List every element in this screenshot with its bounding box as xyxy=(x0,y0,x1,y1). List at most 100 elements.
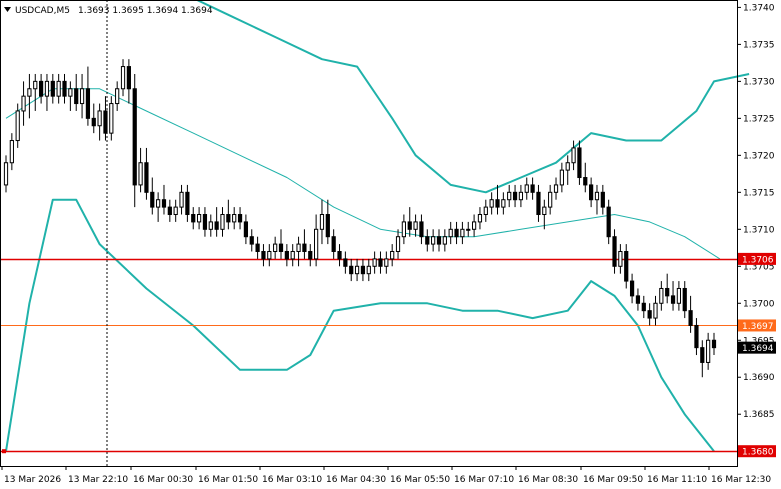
time-tick-label: 16 Mar 03:10 xyxy=(262,475,322,485)
candle-body xyxy=(85,88,91,119)
price-chart[interactable]: 1.3740 1.3735 1.3730 1.3725 1.3720 1.3715 1.37… xyxy=(0,0,781,489)
candle-body xyxy=(665,287,670,297)
candle-body xyxy=(319,214,325,230)
candle-body xyxy=(267,250,272,260)
candle-body xyxy=(261,250,266,260)
candle-body xyxy=(15,110,20,142)
candle-body xyxy=(167,206,172,216)
time-tick-label: 16 Mar 09:50 xyxy=(583,475,643,485)
candle-body xyxy=(109,103,114,134)
candle-body xyxy=(79,88,85,105)
candle-body xyxy=(331,236,336,252)
candle-body xyxy=(308,250,313,260)
price-tick-label: 1.3685 xyxy=(743,410,775,420)
candle-body xyxy=(507,191,512,201)
candle-body xyxy=(659,287,664,304)
candle-body xyxy=(144,162,149,193)
candle-body xyxy=(120,66,126,90)
candle-body xyxy=(384,258,389,267)
candle-body xyxy=(349,265,354,275)
candle-body xyxy=(442,236,447,245)
candle-body xyxy=(325,214,330,238)
candle-body xyxy=(495,199,500,208)
candle-body xyxy=(448,228,453,238)
candle-body xyxy=(173,206,178,216)
candle-body xyxy=(232,214,237,223)
time-tick-label: 16 Mar 08:30 xyxy=(518,475,578,485)
candle-body xyxy=(62,80,67,97)
price-tag-label: 1.3680 xyxy=(742,448,774,458)
candle-body xyxy=(220,214,225,230)
candle-body xyxy=(612,236,617,267)
candle-body xyxy=(56,80,61,97)
candle-body xyxy=(179,191,184,208)
candle-body xyxy=(653,302,658,319)
candle-body xyxy=(68,88,73,97)
candle-body xyxy=(548,191,553,208)
price-tag-1.3697: 1.3697 xyxy=(738,319,776,332)
candle-body xyxy=(641,302,646,312)
candle-body xyxy=(565,162,570,171)
candle-body xyxy=(711,339,717,349)
candle-body xyxy=(208,221,213,230)
time-tick-label: 16 Mar 01:50 xyxy=(198,475,258,485)
candle-body xyxy=(9,140,14,164)
price-tick-label: 1.3735 xyxy=(743,40,775,50)
time-tick-label: 16 Mar 11:10 xyxy=(647,475,707,485)
candle-body xyxy=(413,221,418,230)
chart-background xyxy=(0,0,781,489)
candle-body xyxy=(21,95,26,112)
candle-body xyxy=(688,310,693,326)
candle-body xyxy=(512,191,518,201)
price-tag-1.3706: 1.3706 xyxy=(738,252,776,265)
candle-body xyxy=(214,221,219,230)
time-tick-label: 16 Mar 04:30 xyxy=(326,475,386,485)
candle-body xyxy=(477,214,483,223)
candle-body xyxy=(50,80,55,97)
candle-body xyxy=(150,191,155,208)
candle-body xyxy=(694,324,699,349)
candle-body xyxy=(407,221,412,230)
candle-body xyxy=(571,147,576,164)
candle-body xyxy=(618,250,623,267)
candle-body xyxy=(185,191,190,216)
candle-body xyxy=(471,221,477,230)
candle-body xyxy=(138,162,143,186)
candle-body xyxy=(91,117,96,127)
candle-body xyxy=(237,214,243,223)
candle-body xyxy=(354,265,360,275)
candle-body xyxy=(115,88,120,105)
candle-body xyxy=(290,250,295,260)
price-tag-1.3694: 1.3694 xyxy=(738,341,776,354)
candle-body xyxy=(682,287,687,312)
candle-body xyxy=(27,88,32,97)
candle-body xyxy=(466,228,471,231)
time-tick-label: 16 Mar 00:30 xyxy=(133,475,193,485)
candle-body xyxy=(518,191,524,201)
candle-body xyxy=(372,258,377,267)
candle-body xyxy=(3,162,9,186)
price-tag-1.3680: 1.3680 xyxy=(738,445,776,458)
candle-body xyxy=(489,199,494,208)
candle-body xyxy=(553,184,559,193)
candle-body xyxy=(302,243,307,252)
candle-body xyxy=(284,250,289,260)
price-tag-label: 1.3706 xyxy=(742,255,774,265)
time-tick-label: 16 Mar 07:10 xyxy=(454,475,514,485)
candle-body xyxy=(460,228,465,238)
price-tick-label: 1.3730 xyxy=(743,77,775,87)
candle-body xyxy=(536,191,541,216)
candle-body xyxy=(378,258,383,267)
candle-body xyxy=(542,206,547,216)
candle-body xyxy=(501,199,506,208)
candle-body xyxy=(273,243,278,252)
candle-body xyxy=(33,80,38,90)
candle-body xyxy=(156,199,161,208)
candle-body xyxy=(419,221,424,238)
price-tag-label: 1.3697 xyxy=(742,322,774,332)
candle-body xyxy=(360,265,366,275)
candle-body xyxy=(202,214,208,230)
price-tick-label: 1.3725 xyxy=(743,114,775,124)
time-tick-label: 16 Mar 12:30 xyxy=(711,475,771,485)
candle-body xyxy=(524,184,529,193)
